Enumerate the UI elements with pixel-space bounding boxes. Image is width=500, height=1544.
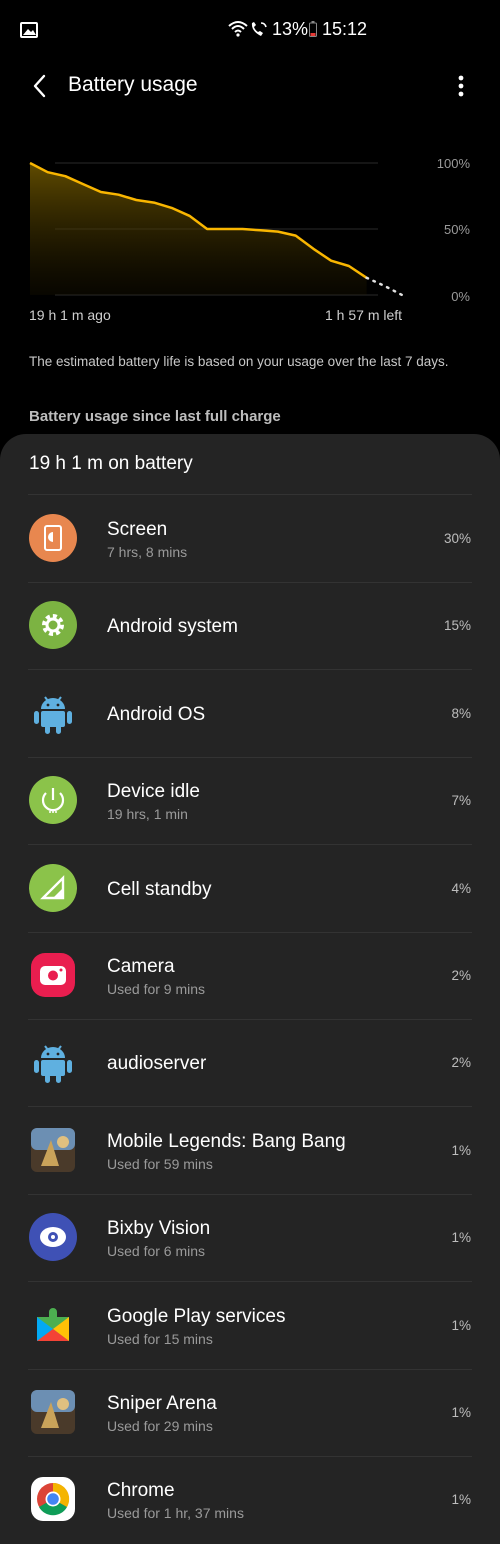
usage-sheet: 19 h 1 m on battery Screen 7 hrs, 8 mins 3…: [0, 434, 500, 1544]
usage-time: Used for 15 mins: [107, 1330, 213, 1347]
usage-row-3[interactable]: Device idle 19 hrs, 1 min 7%: [0, 757, 500, 846]
usage-time: Used for 6 mins: [107, 1243, 206, 1260]
app-bar: Battery usage: [0, 60, 500, 112]
game-icon: [29, 1388, 77, 1436]
chrome-icon: [29, 1475, 77, 1523]
more-options-icon[interactable]: [449, 72, 473, 100]
estimate-note: The estimated battery life is based on y…: [29, 354, 449, 369]
usage-row-2[interactable]: Android OS 8%: [0, 670, 500, 758]
app-name: Device idle: [107, 781, 200, 803]
app-name: Google Play services: [107, 1305, 286, 1327]
usage-row-11[interactable]: Chrome Used for 1 hr, 37 mins 1%: [0, 1456, 500, 1543]
usage-time: Used for 9 mins: [107, 981, 206, 997]
usage-percent: 30%: [443, 531, 471, 546]
usage-percent: 1%: [451, 1142, 471, 1158]
puzzle-icon: [29, 1301, 77, 1349]
usage-time: Used for 29 mins: [107, 1418, 213, 1434]
android-icon: [29, 1038, 77, 1086]
wifi-icon: [228, 21, 248, 37]
screen-icon: [29, 514, 77, 562]
usage-time: 7 hrs, 8 mins: [107, 544, 188, 560]
wifi-call-icon: [251, 22, 267, 36]
x-end-label: 1 h 57 m left: [325, 307, 403, 323]
battery-icon: [309, 21, 317, 37]
usage-row-6[interactable]: audioserver 2%: [0, 1019, 500, 1108]
y-tick-50: 50%: [443, 222, 470, 237]
usage-row-0[interactable]: Screen 7 hrs, 8 mins 30%: [0, 495, 500, 583]
usage-row-8[interactable]: Bixby Vision Used for 6 mins 1%: [0, 1194, 500, 1283]
y-tick-100: 100%: [436, 156, 470, 171]
usage-percent: 1%: [451, 1492, 471, 1508]
gallery-icon: [20, 22, 38, 38]
time-on-battery: 19 h 1 m on battery: [29, 453, 193, 474]
usage-row-1[interactable]: Android system 15%: [0, 582, 500, 671]
status-bar: 13% 15:12: [0, 0, 500, 60]
app-name: Chrome: [107, 1480, 175, 1502]
app-name: Mobile Legends: Bang Bang: [107, 1130, 346, 1152]
section-title: Battery usage since last full charge: [29, 408, 281, 425]
usage-row-10[interactable]: Sniper Arena Used for 29 mins 1%: [0, 1369, 500, 1457]
app-name: Camera: [107, 956, 175, 977]
y-tick-0: 0%: [451, 289, 470, 304]
usage-percent: 1%: [451, 1230, 471, 1246]
eye-icon: [29, 1213, 77, 1262]
app-name: Cell standby: [107, 878, 212, 900]
app-name: audioserver: [107, 1053, 207, 1075]
projection-line: [365, 276, 404, 297]
gear-icon: [29, 601, 77, 650]
usage-percent: 1%: [451, 1405, 471, 1420]
app-name: Android system: [107, 616, 238, 638]
app-name: Android OS: [107, 703, 206, 725]
x-start-label: 19 h 1 m ago: [29, 307, 111, 323]
usage-percent: 2%: [451, 1055, 471, 1071]
usage-percent: 1%: [451, 1317, 471, 1333]
back-arrow-icon[interactable]: [28, 73, 52, 99]
power-icon: [29, 776, 77, 825]
android-icon: [29, 689, 77, 737]
usage-row-9[interactable]: Google Play services Used for 15 mins 1%: [0, 1282, 500, 1370]
game-icon: [29, 1126, 77, 1174]
usage-time: Used for 1 hr, 37 mins: [107, 1505, 244, 1522]
camera-icon: [29, 951, 77, 999]
usage-percent: 8%: [451, 705, 471, 721]
app-name: Sniper Arena: [107, 1393, 217, 1414]
usage-row-7[interactable]: Mobile Legends: Bang Bang Used for 59 min…: [0, 1107, 500, 1195]
usage-row-5[interactable]: Camera Used for 9 mins 2%: [0, 932, 500, 1020]
battery-percent: 13%: [272, 19, 309, 39]
usage-percent: 15%: [443, 618, 471, 634]
usage-row-4[interactable]: Cell standby 4%: [0, 845, 500, 933]
usage-time: Used for 59 mins: [107, 1155, 213, 1172]
usage-percent: 4%: [451, 880, 471, 896]
battery-chart: 100% 50% 0% 19 h 1 m ago 1 h 57 m left: [0, 140, 500, 340]
app-name: Bixby Vision: [107, 1218, 211, 1240]
usage-time: 19 hrs, 1 min: [107, 806, 188, 823]
usage-percent: 2%: [451, 968, 471, 983]
page-title: Battery usage: [68, 73, 198, 96]
signal-icon: [29, 863, 77, 912]
usage-percent: 7%: [451, 793, 471, 809]
clock: 15:12: [322, 19, 368, 39]
app-name: Screen: [107, 519, 168, 540]
